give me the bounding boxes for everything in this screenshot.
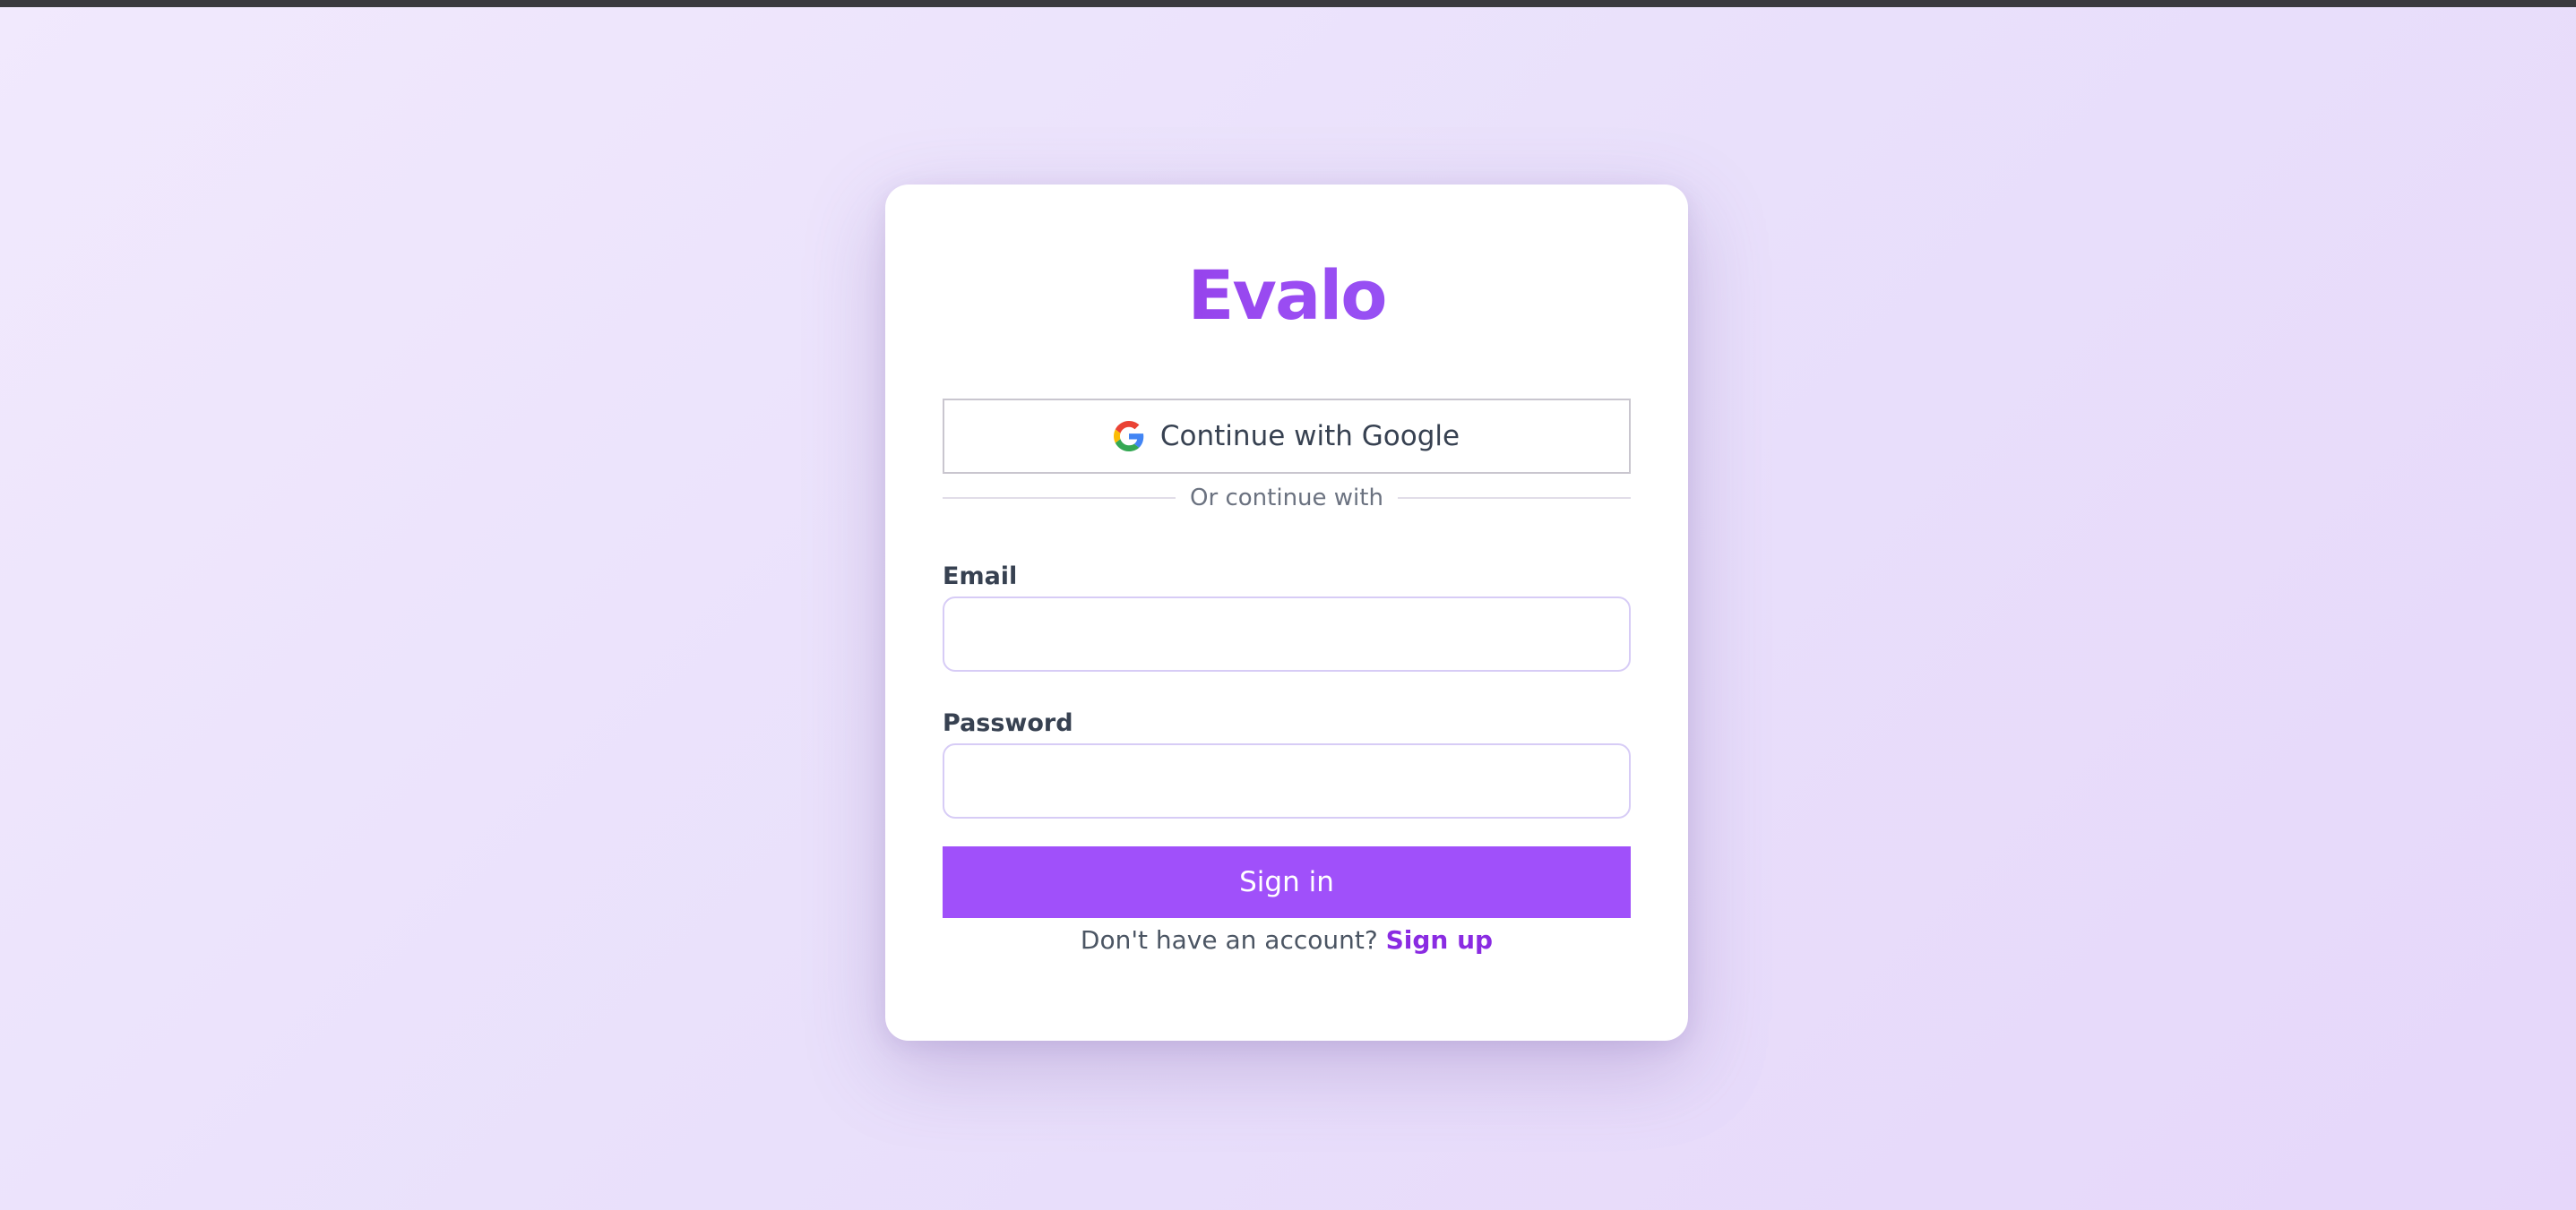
- google-icon: [1113, 421, 1144, 451]
- password-field[interactable]: [943, 743, 1631, 819]
- divider-line-right: [1397, 497, 1631, 499]
- divider-text: Or continue with: [1190, 485, 1383, 511]
- signup-prompt-text: Don't have an account?: [1080, 925, 1386, 955]
- app-logo: Evalo: [885, 238, 1688, 353]
- email-field[interactable]: [943, 596, 1631, 672]
- google-signin-label: Continue with Google: [1159, 420, 1460, 452]
- signup-prompt-row: Don't have an account? Sign up: [885, 921, 1688, 960]
- login-card: Evalo Continue with Google Or continue w…: [885, 185, 1688, 1041]
- browser-top-bar: [0, 0, 2576, 7]
- email-label: Email: [943, 562, 1018, 590]
- sign-in-button[interactable]: Sign in: [943, 846, 1631, 918]
- password-label: Password: [943, 709, 1073, 737]
- or-divider: Or continue with: [943, 478, 1631, 518]
- google-signin-button[interactable]: Continue with Google: [943, 399, 1631, 474]
- sign-up-link[interactable]: Sign up: [1386, 925, 1493, 955]
- divider-line-left: [943, 497, 1176, 499]
